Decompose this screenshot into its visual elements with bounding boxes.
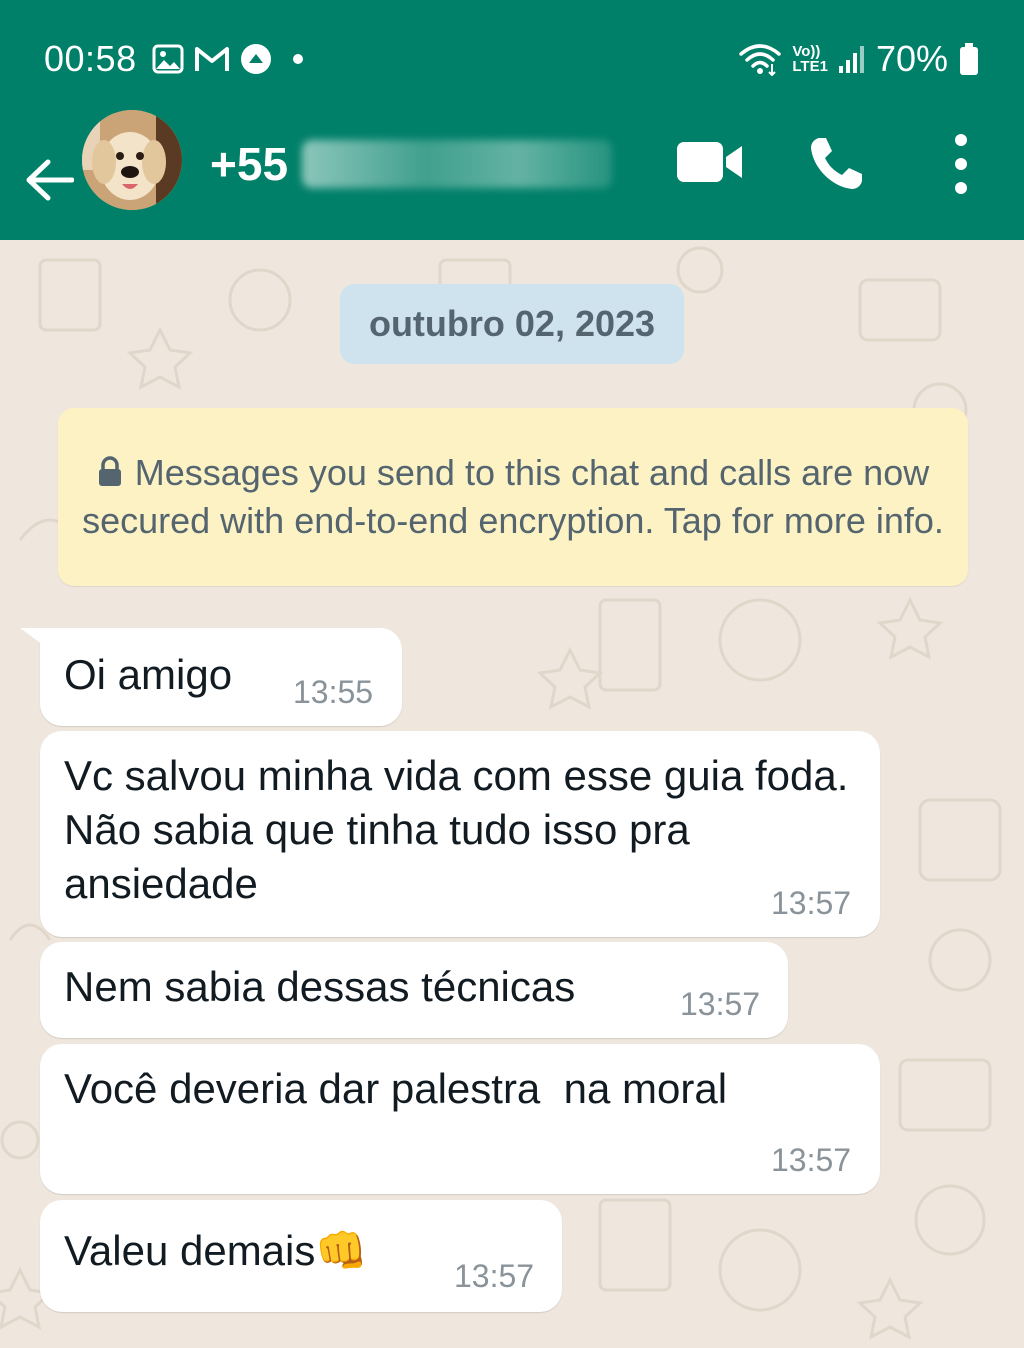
wifi-icon bbox=[739, 44, 782, 76]
encryption-notice-content: Messages you send to this chat and calls… bbox=[82, 450, 944, 544]
video-call-icon bbox=[677, 142, 742, 182]
date-chip: outubro 02, 2023 bbox=[340, 284, 684, 364]
status-bar: 00:58 Vo)) LTE1 70% bbox=[0, 0, 1024, 120]
message-time: 13:57 bbox=[680, 986, 761, 1022]
message-bubble[interactable]: Você deveria dar palestra na moral 13:57 bbox=[40, 1044, 880, 1194]
message-time: 13:57 bbox=[771, 1142, 852, 1178]
message-bubble[interactable]: Valeu demais👊 13:57 bbox=[40, 1200, 562, 1312]
arrow-back-icon bbox=[26, 159, 74, 201]
more-notifications-dot-icon bbox=[293, 54, 303, 64]
video-call-button[interactable] bbox=[676, 140, 748, 184]
drive-upload-icon bbox=[241, 44, 271, 74]
volte-label: Vo)) bbox=[792, 43, 821, 60]
message-text: Você deveria dar palestra na moral bbox=[64, 1065, 728, 1112]
phone-icon bbox=[811, 138, 862, 189]
more-vert-icon-dot bbox=[955, 158, 967, 170]
gmail-icon bbox=[195, 47, 229, 71]
dog-photo-icon bbox=[82, 110, 182, 210]
contact-name[interactable]: +55 bbox=[210, 136, 613, 192]
message-bubble[interactable]: Oi amigo 13:55 bbox=[20, 628, 402, 726]
system-icons: Vo)) LTE1 70% bbox=[738, 38, 980, 80]
encryption-notice-text: Messages you send to this chat and calls… bbox=[82, 452, 944, 541]
redacted-phone-number bbox=[302, 140, 613, 188]
more-vert-icon bbox=[955, 134, 967, 146]
encryption-notice[interactable]: Messages you send to this chat and calls… bbox=[58, 408, 968, 586]
contact-phone-prefix: +55 bbox=[210, 138, 289, 190]
notification-icons bbox=[152, 42, 308, 76]
battery-percent: 70% bbox=[875, 38, 948, 79]
message-text: Valeu demais👊 bbox=[64, 1227, 368, 1274]
bubble-tail bbox=[20, 628, 50, 650]
message-time: 13:55 bbox=[293, 674, 374, 710]
more-options-button[interactable] bbox=[944, 134, 978, 194]
message-bubble[interactable]: Vc salvou minha vida com esse guia foda.… bbox=[40, 731, 880, 937]
lte-label: LTE1 bbox=[792, 58, 828, 75]
signal-icon bbox=[838, 46, 864, 73]
message-time: 13:57 bbox=[454, 1258, 535, 1294]
volte-indicator: Vo)) LTE1 bbox=[792, 44, 828, 74]
message-time: 13:57 bbox=[771, 885, 852, 921]
message-text: Nem sabia dessas técnicas bbox=[64, 963, 576, 1010]
message-bubble[interactable]: Nem sabia dessas técnicas 13:57 bbox=[40, 942, 788, 1038]
message-text: Oi amigo bbox=[64, 651, 233, 698]
more-vert-icon-dot bbox=[955, 182, 967, 194]
status-time: 00:58 bbox=[44, 38, 137, 79]
chat-header: +55 bbox=[0, 110, 1024, 240]
gallery-icon bbox=[152, 44, 184, 74]
back-button[interactable] bbox=[22, 140, 76, 220]
battery-icon bbox=[960, 43, 978, 75]
contact-avatar[interactable] bbox=[82, 110, 182, 210]
lock-icon bbox=[97, 452, 123, 498]
message-text: Vc salvou minha vida com esse guia foda.… bbox=[64, 752, 861, 907]
voice-call-button[interactable] bbox=[806, 134, 866, 194]
